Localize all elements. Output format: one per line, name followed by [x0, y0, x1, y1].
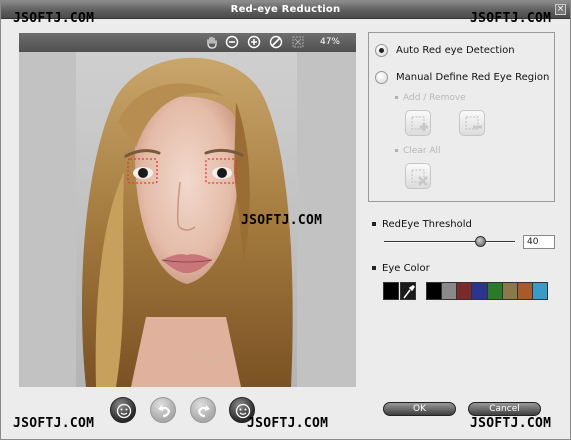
- zoom-out-icon[interactable]: [225, 35, 239, 49]
- detection-options: Auto Red eye Detection Manual Define Red…: [368, 32, 555, 202]
- clear-all-icon: [411, 169, 428, 186]
- redo-icon: [197, 405, 210, 417]
- undo-button[interactable]: [150, 397, 176, 423]
- watermark: JSOFTJ.COM: [470, 416, 552, 431]
- watermark: JSOFTJ.COM: [13, 416, 95, 431]
- color-swatch[interactable]: [441, 283, 457, 299]
- current-color-swatch[interactable]: [383, 282, 399, 300]
- close-button[interactable]: ×: [555, 4, 566, 15]
- eyedropper-button[interactable]: [400, 282, 416, 300]
- remove-region-button: [459, 110, 485, 136]
- manual-define-option[interactable]: Manual Define Red Eye Region: [375, 70, 549, 84]
- auto-detection-label: Auto Red eye Detection: [396, 44, 515, 56]
- eye-color-label: Eye Color: [372, 263, 430, 274]
- remove-region-icon: [465, 116, 482, 130]
- watermark: JSOFTJ.COM: [13, 11, 95, 26]
- watermark: JSOFTJ.COM: [247, 416, 329, 431]
- auto-detection-option[interactable]: Auto Red eye Detection: [375, 43, 515, 57]
- hand-icon[interactable]: [205, 35, 219, 49]
- threshold-slider-thumb[interactable]: [475, 236, 487, 247]
- zoom-in-icon[interactable]: [247, 35, 261, 49]
- add-remove-label: Add / Remove: [395, 93, 466, 103]
- fit-screen-icon[interactable]: [291, 35, 305, 49]
- cancel-button[interactable]: Cancel: [468, 402, 541, 416]
- ok-button[interactable]: OK: [383, 402, 456, 416]
- zoom-level: 47%: [319, 37, 340, 47]
- manual-define-label: Manual Define Red Eye Region: [396, 71, 550, 83]
- watermark: JSOFTJ.COM: [470, 11, 552, 26]
- add-region-button: [405, 110, 431, 136]
- manual-define-radio[interactable]: [375, 70, 388, 84]
- eye-detect-button[interactable]: [110, 397, 136, 423]
- viewer-toolbar: 47%: [19, 33, 356, 52]
- color-swatch[interactable]: [516, 283, 532, 299]
- color-swatch[interactable]: [531, 283, 547, 299]
- eyedropper-icon: [403, 285, 415, 299]
- auto-detection-radio[interactable]: [375, 43, 388, 57]
- red-eye-dialog: Red-eye Reduction × JSOFTJ.COM JSOFTJ.CO…: [0, 0, 571, 440]
- color-swatch[interactable]: [471, 283, 487, 299]
- clear-all-button: [405, 163, 431, 189]
- threshold-label: RedEye Threshold: [372, 219, 472, 230]
- color-swatch[interactable]: [427, 283, 442, 299]
- undo-icon: [158, 405, 171, 417]
- threshold-value-field[interactable]: 40: [523, 235, 555, 249]
- add-region-icon: [411, 116, 428, 131]
- color-swatch[interactable]: [456, 283, 472, 299]
- watermark: JSOFTJ.COM: [241, 213, 323, 228]
- redo-button[interactable]: [190, 397, 216, 423]
- no-zoom-icon[interactable]: [269, 35, 283, 49]
- color-palette[interactable]: [426, 282, 548, 300]
- color-swatch[interactable]: [486, 283, 502, 299]
- face-detect-icon: [116, 403, 132, 419]
- color-swatch[interactable]: [501, 283, 517, 299]
- clear-all-label: Clear All: [395, 146, 441, 156]
- threshold-slider-track[interactable]: [384, 241, 515, 243]
